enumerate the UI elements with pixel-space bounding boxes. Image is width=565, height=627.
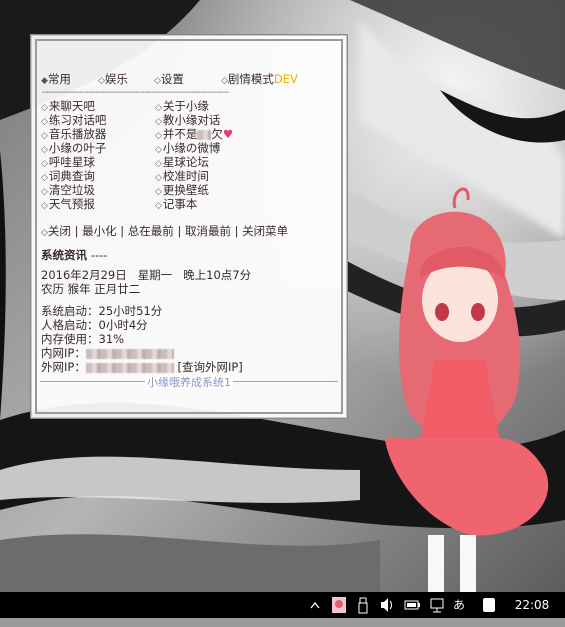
menu-item-calibrate-time[interactable]: ◇校准时间 (155, 169, 233, 183)
diamond-outline-icon: ◇ (221, 76, 228, 86)
uptime: 系统启动：25小时51分 (41, 304, 163, 318)
diamond-outline-icon: ◇ (41, 117, 48, 127)
divider: ----------------------------------------… (42, 87, 229, 98)
redacted-ip (85, 348, 174, 359)
diamond-outline-icon: ◇ (41, 173, 48, 183)
system-info-heading: 系统资讯 ---- (41, 248, 108, 262)
diamond-outline-icon: ◇ (98, 76, 105, 86)
always-on-top-action[interactable]: 总在最前 (128, 224, 174, 238)
ime-icon[interactable]: あ (451, 592, 467, 618)
menu-item-clean-trash[interactable]: ◇清空垃圾 (41, 183, 106, 197)
diamond-icon: ◆ (41, 76, 48, 86)
blurred-text (197, 129, 212, 140)
weekday: 星期一 (137, 268, 173, 282)
xiaoyuan-widget-window[interactable]: ◆常用 ◇娱乐 ◇设置 ◇剧情模式DEV -------------------… (31, 35, 347, 418)
chevron-up-icon[interactable] (306, 592, 324, 618)
tab-story-mode[interactable]: ◇剧情模式DEV (221, 72, 298, 88)
lunar-date: 农历 猴年 正月廿二 (41, 282, 141, 296)
diamond-outline-icon: ◇ (155, 201, 162, 211)
menu-item-music-player[interactable]: ◇音乐播放器 (41, 127, 106, 141)
diamond-outline-icon: ◇ (155, 145, 162, 155)
diamond-outline-icon: ◇ (155, 173, 162, 183)
clock[interactable]: 22:08 (510, 592, 554, 618)
menu-item-change-wallpaper[interactable]: ◇更换壁纸 (155, 183, 233, 197)
diamond-outline-icon: ◇ (41, 103, 48, 113)
footer-label: 小缘哦养成系统1 (145, 376, 233, 389)
menu-item-leaves[interactable]: ◇小缘の叶子 (41, 141, 106, 155)
date: 2016年2月29日 (41, 268, 127, 282)
diamond-outline-icon: ◇ (154, 76, 161, 86)
action-bar: ◇关闭 | 最小化 | 总在最前 | 取消最前 | 关闭菜单 (41, 224, 289, 238)
diamond-outline-icon: ◇ (41, 145, 48, 155)
diamond-outline-icon: ◇ (155, 117, 162, 127)
heart-icon: ♥ (222, 127, 234, 141)
menu-item-weibo[interactable]: ◇小缘の微博 (155, 141, 233, 155)
diamond-outline-icon: ◇ (155, 159, 162, 169)
dev-tag: DEV (273, 72, 298, 86)
menu-left-column: ◇来聊天吧 ◇练习对话吧 ◇音乐播放器 ◇小缘の叶子 ◇呼哇星球 ◇词典查询 ◇… (41, 99, 106, 211)
menu-item-not-really[interactable]: ◇并不是 欠♥ (155, 127, 233, 141)
menu-item-notepad[interactable]: ◇记事本 (155, 197, 233, 211)
diamond-outline-icon: ◇ (155, 103, 162, 113)
diamond-outline-icon: ◇ (41, 228, 48, 238)
diamond-outline-icon: ◇ (155, 187, 162, 197)
wan-ip: 外网IP： [查询外网IP] (41, 360, 243, 374)
persona-uptime: 人格启动：0小时4分 (41, 318, 148, 332)
memory-usage: 内存使用：31% (41, 332, 125, 346)
menu-item-practice-dialogue[interactable]: ◇练习对话吧 (41, 113, 106, 127)
redacted-ip (85, 362, 174, 373)
menu-item-teach-dialogue[interactable]: ◇教小缘对话 (155, 113, 233, 127)
usb-icon[interactable] (354, 592, 372, 618)
menu-item-dictionary[interactable]: ◇词典查询 (41, 169, 106, 183)
menu-item-about[interactable]: ◇关于小缘 (155, 99, 233, 113)
cancel-on-top-action[interactable]: 取消最前 (185, 224, 231, 238)
app-avatar-icon[interactable] (330, 592, 348, 618)
close-menu-action[interactable]: 关闭菜单 (242, 224, 288, 238)
menu-item-huwa-planet[interactable]: ◇呼哇星球 (41, 155, 106, 169)
diamond-outline-icon: ◇ (41, 159, 48, 169)
network-icon[interactable] (428, 592, 446, 618)
night-mode-icon[interactable] (480, 592, 498, 618)
query-wan-ip-link[interactable]: [查询外网IP] (177, 360, 242, 374)
close-action[interactable]: 关闭 (48, 224, 71, 238)
diamond-outline-icon: ◇ (41, 201, 48, 211)
diamond-outline-icon: ◇ (41, 131, 48, 141)
menu-item-weather[interactable]: ◇天气预报 (41, 197, 106, 211)
menu-item-planet-forum[interactable]: ◇星球论坛 (155, 155, 233, 169)
menu-item-chat[interactable]: ◇来聊天吧 (41, 99, 106, 113)
taskbar: あ 22:08 (0, 592, 565, 618)
speaker-icon[interactable] (378, 592, 396, 618)
time-text: 晚上10点7分 (183, 268, 252, 282)
date-line: 2016年2月29日 星期一 晚上10点7分 (41, 268, 251, 282)
minimize-action[interactable]: 最小化 (82, 224, 117, 238)
diamond-outline-icon: ◇ (155, 131, 162, 141)
menu-right-column: ◇关于小缘 ◇教小缘对话 ◇并不是 欠♥ ◇小缘の微博 ◇星球论坛 ◇校准时间 ◇… (155, 99, 233, 211)
diamond-outline-icon: ◇ (41, 187, 48, 197)
lan-ip: 内网IP： (41, 346, 174, 360)
battery-icon[interactable] (402, 592, 422, 618)
